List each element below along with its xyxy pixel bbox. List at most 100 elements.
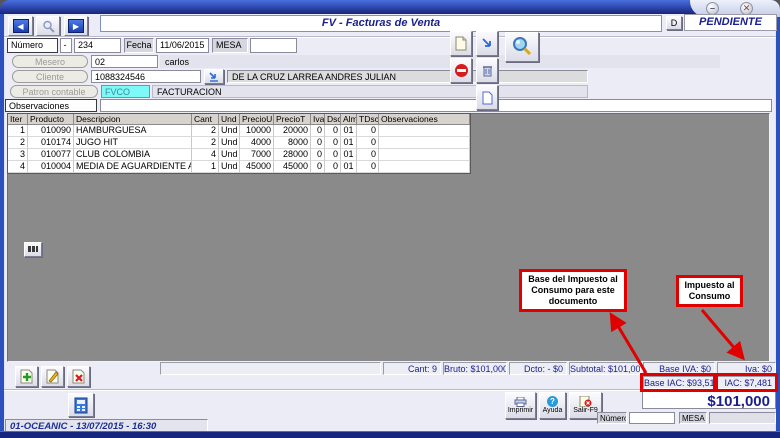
nav-forward-button[interactable]: ▶ (64, 16, 88, 36)
table-cell: 45000 (274, 161, 311, 173)
column-header[interactable]: Und (219, 114, 240, 125)
table-cell: 010090 (28, 125, 74, 137)
fecha-input[interactable]: 11/06/2015 (156, 38, 209, 53)
search-items-button[interactable] (505, 32, 539, 62)
column-header[interactable]: Producto (28, 114, 74, 125)
column-header[interactable]: Iva (311, 114, 325, 125)
table-cell: 0 (325, 161, 341, 173)
table-cell (379, 149, 470, 161)
new-document-button[interactable] (450, 31, 472, 56)
footer-numero-label: Número (597, 412, 627, 424)
table-cell (379, 125, 470, 137)
cliente-name-field: DE LA CRUZ LARREA ANDRES JULIAN (227, 70, 588, 83)
total-cant: Cant: 9 (383, 362, 441, 375)
observaciones-input[interactable] (100, 99, 772, 112)
search-icon (42, 20, 55, 33)
mesero-code-input[interactable]: 02 (91, 55, 158, 68)
trash-icon (482, 64, 493, 77)
blue-check-arrow-icon (481, 37, 494, 50)
notes-calculator-button[interactable] (68, 393, 94, 417)
cancel-document-button[interactable] (450, 58, 472, 83)
cliente-id-input[interactable]: 1088324546 (91, 70, 201, 83)
table-cell: 0 (357, 161, 379, 173)
apply-document-button[interactable] (476, 31, 498, 56)
numero-prefix-field[interactable]: - (60, 38, 72, 53)
search-record-button[interactable] (36, 16, 60, 36)
select-arrow-icon (209, 72, 219, 82)
page-icon (482, 91, 493, 105)
window-bottom-border (0, 431, 780, 438)
column-header[interactable]: Iter (8, 114, 28, 125)
table-cell: 1 (192, 161, 219, 173)
table-cell: 010174 (28, 137, 74, 149)
cliente-label: Cliente (12, 70, 88, 83)
table-cell (379, 161, 470, 173)
cliente-lookup-button[interactable] (204, 69, 224, 84)
table-row[interactable]: 1010090HAMBURGUESA2Und100002000000010 (8, 125, 470, 137)
table-cell: 0 (311, 125, 325, 137)
column-header[interactable]: PrecioT (274, 114, 311, 125)
table-cell: 0 (357, 149, 379, 161)
nav-back-button[interactable]: ◀ (8, 16, 33, 36)
add-row-button[interactable] (15, 366, 38, 387)
printer-icon (514, 397, 527, 407)
table-cell: 0 (357, 137, 379, 149)
table-cell: 01 (341, 149, 357, 161)
column-header[interactable]: Cant (192, 114, 219, 125)
column-header[interactable]: PrecioU (240, 114, 274, 125)
patron-code-input[interactable]: FVCO (101, 85, 150, 98)
table-cell (379, 137, 470, 149)
table-cell: 0 (325, 149, 341, 161)
table-cell: 7000 (240, 149, 274, 161)
table-row[interactable]: 4010004MEDIA DE AGUARDIENTE ANTIOQUE1Und… (8, 161, 470, 173)
numero-input[interactable]: 234 (74, 38, 121, 53)
page-title: FV - Facturas de Venta (100, 15, 662, 32)
table-cell: 010077 (28, 149, 74, 161)
column-header[interactable]: TDscto (357, 114, 379, 125)
table-cell: HAMBURGUESA (74, 125, 192, 137)
copy-document-button[interactable] (476, 85, 498, 110)
delete-row-button[interactable] (67, 366, 90, 387)
magnifier-icon (511, 36, 533, 58)
imprimir-button[interactable]: Imprimir (505, 392, 536, 419)
table-cell: 45000 (240, 161, 274, 173)
edit-row-button[interactable] (41, 366, 64, 387)
mesa-input[interactable] (250, 38, 297, 53)
no-entry-icon (455, 64, 468, 77)
doc-type-button[interactable]: D (666, 16, 682, 30)
table-cell: 2 (192, 137, 219, 149)
footer-numero-field[interactable] (629, 412, 675, 424)
total-base-iac: Base IAC: $93,519 (643, 376, 715, 389)
table-row[interactable]: 3010077CLUB COLOMBIA4Und70002800000010 (8, 149, 470, 161)
table-cell: 4 (192, 149, 219, 161)
observaciones-label: Observaciones (5, 99, 97, 112)
table-cell: Und (219, 137, 240, 149)
ayuda-button[interactable]: ? Ayuda (539, 392, 566, 419)
footer-mesa-label: MESA (679, 412, 707, 424)
window-title-bar (0, 0, 780, 14)
new-page-icon (455, 36, 467, 51)
mini-toolbar-button[interactable] (24, 242, 42, 257)
app-window: – ✕ ◀ ▶ FV - Facturas de Venta D PENDIEN… (0, 0, 780, 438)
discard-document-button[interactable] (476, 58, 498, 83)
totals-spacer-box (160, 362, 381, 375)
column-header[interactable]: Descripcion (74, 114, 192, 125)
pencil-icon (46, 369, 60, 384)
column-header[interactable]: Observaciones (379, 114, 470, 125)
table-row[interactable]: 2010174JUGO HIT2Und4000800000010 (8, 137, 470, 149)
table-cell: 20000 (274, 125, 311, 137)
table-cell: 01 (341, 161, 357, 173)
items-table: IterProductoDescripcionCantUndPrecioUPre… (7, 113, 471, 174)
table-cell: MEDIA DE AGUARDIENTE ANTIOQUE (74, 161, 192, 173)
table-cell: 2 (192, 125, 219, 137)
delete-page-icon (72, 369, 86, 384)
column-header[interactable]: Dsct (325, 114, 341, 125)
table-cell: 10000 (240, 125, 274, 137)
table-cell: 2 (8, 137, 28, 149)
column-header[interactable]: Alm (341, 114, 357, 125)
table-cell: 4 (8, 161, 28, 173)
exit-icon (579, 396, 592, 407)
ayuda-label: Ayuda (543, 407, 563, 415)
mesero-name-field: carlos (160, 55, 720, 68)
footer-mesa-field[interactable] (709, 412, 776, 424)
